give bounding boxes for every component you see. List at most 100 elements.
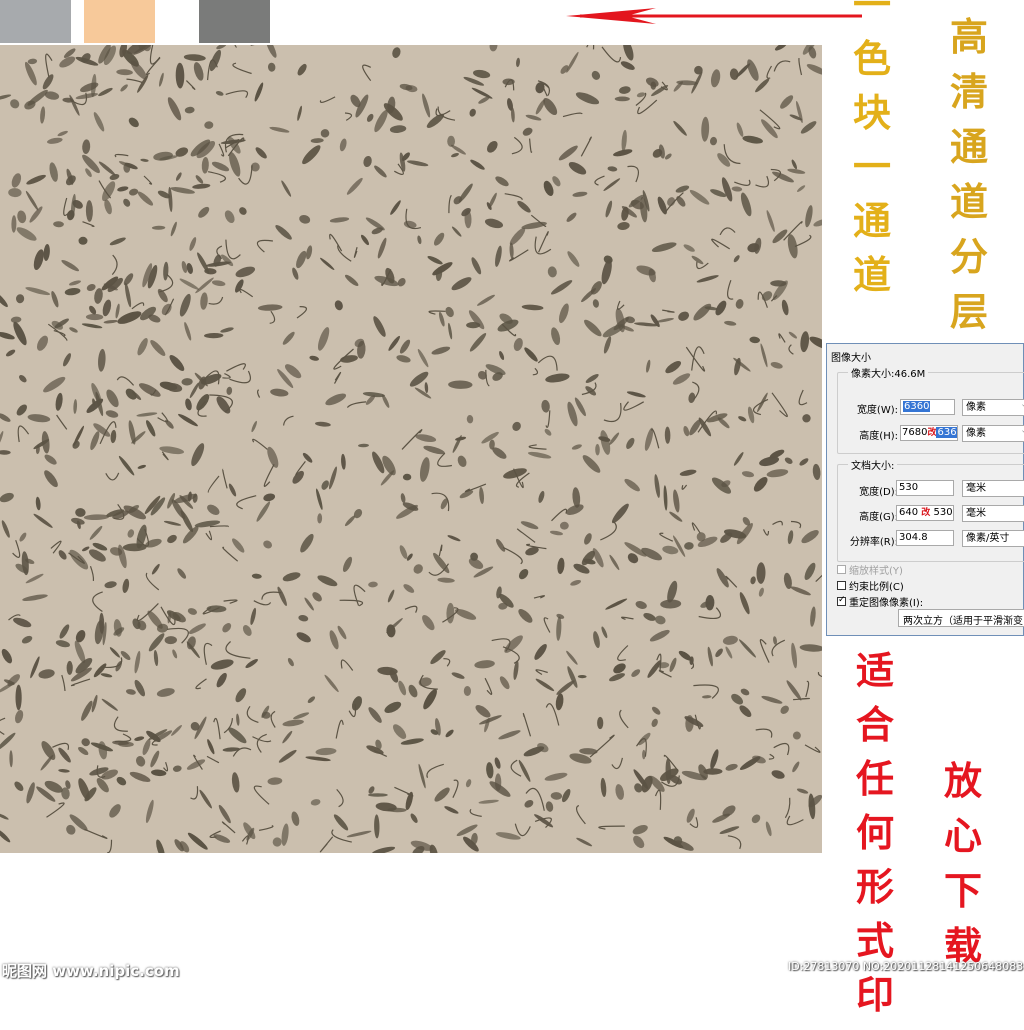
leaf-shape xyxy=(92,111,106,133)
leaf-shape xyxy=(620,59,636,71)
leaf-shape xyxy=(739,754,762,771)
leaf-shape xyxy=(5,348,16,358)
leaf-shape xyxy=(135,337,149,357)
vine-stroke xyxy=(443,659,449,667)
vine-stroke xyxy=(764,529,769,535)
pixel-width-input[interactable]: 6360 xyxy=(900,399,955,415)
leaf-shape xyxy=(136,412,157,418)
leaf-shape xyxy=(653,474,661,498)
leaf-shape xyxy=(280,180,292,198)
doc-width-unit-select[interactable]: 毫米 xyxy=(962,480,1024,497)
vine-stroke xyxy=(793,698,809,699)
pixel-width-unit-select[interactable]: 像素⌵ xyxy=(962,399,1024,416)
scale-styles-checkbox[interactable]: 缩放样式(Y) xyxy=(837,562,903,577)
leaf-shape xyxy=(447,323,453,340)
leaf-shape xyxy=(53,221,64,227)
leaf-shape xyxy=(389,199,402,216)
leaf-shape xyxy=(136,190,155,208)
vine-stroke xyxy=(345,113,352,120)
doc-width-input[interactable]: 530 xyxy=(896,480,954,496)
vine-stroke xyxy=(660,533,673,541)
constrain-proportions-checkbox[interactable]: 约束比例(C) xyxy=(837,578,904,593)
leaf-shape xyxy=(186,831,209,852)
vine-stroke xyxy=(335,372,341,383)
leaf-shape xyxy=(69,279,82,286)
vine-stroke xyxy=(656,790,661,810)
leaf-shape xyxy=(443,805,459,815)
leaf-shape xyxy=(672,489,681,513)
doc-height-input[interactable]: 640 改 530 xyxy=(896,505,954,521)
leaf-shape xyxy=(281,730,293,744)
vine-stroke xyxy=(226,364,245,371)
leaf-shape xyxy=(100,672,112,678)
leaf-shape xyxy=(592,631,601,649)
leaf-shape xyxy=(582,318,604,339)
leaf-shape xyxy=(188,236,198,251)
leaf-shape xyxy=(429,648,448,666)
annotation-char: 通 xyxy=(950,128,988,183)
leaf-shape xyxy=(79,237,88,245)
leaf-shape xyxy=(15,685,21,711)
leaf-shape xyxy=(18,374,28,384)
leaf-shape xyxy=(309,355,320,362)
vine-stroke xyxy=(208,172,225,183)
leaf-shape xyxy=(738,703,754,719)
leaf-shape xyxy=(461,835,481,853)
leaf-shape xyxy=(64,287,81,296)
leaf-shape xyxy=(211,160,231,173)
leaf-shape xyxy=(650,718,659,728)
vine-stroke xyxy=(692,347,704,371)
leaf-shape xyxy=(134,736,145,742)
leaf-shape xyxy=(474,659,495,669)
leaf-shape xyxy=(372,108,390,133)
leaf-shape xyxy=(151,563,161,575)
leaf-shape xyxy=(281,330,296,346)
leaf-shape xyxy=(117,185,129,192)
leaf-shape xyxy=(316,573,339,588)
leaf-shape xyxy=(495,831,521,842)
vine-stroke xyxy=(394,787,412,796)
leaf-shape xyxy=(282,719,304,728)
constrain-proportions-label: 约束比例(C) xyxy=(849,578,904,593)
vine-stroke xyxy=(253,439,268,449)
leaf-shape xyxy=(11,215,16,232)
leaf-shape xyxy=(116,69,133,76)
leaf-shape xyxy=(362,155,373,168)
leaf-shape xyxy=(592,299,600,309)
leaf-shape xyxy=(517,567,530,581)
leaf-shape xyxy=(796,184,806,193)
vine-stroke xyxy=(659,671,671,677)
doc-height-unit-select[interactable]: 毫米 xyxy=(962,505,1024,522)
leaf-shape xyxy=(188,622,208,636)
leaf-shape xyxy=(781,299,790,316)
leaf-shape xyxy=(799,644,822,653)
leaf-shape xyxy=(88,430,101,451)
leaf-shape xyxy=(812,463,821,480)
vine-stroke xyxy=(604,403,621,421)
leaf-shape xyxy=(194,392,212,412)
resolution-input[interactable]: 304.8 xyxy=(896,530,954,546)
leaf-shape xyxy=(234,264,256,279)
leaf-shape xyxy=(25,173,47,186)
change-mark: 改 xyxy=(921,508,930,518)
leaf-shape xyxy=(97,349,106,372)
leaf-shape xyxy=(692,64,704,76)
leaf-shape xyxy=(358,444,369,448)
pixel-height-input[interactable]: 7680改6360 xyxy=(900,425,958,441)
leaf-shape xyxy=(267,777,282,785)
leaf-shape xyxy=(315,747,336,756)
resample-image-checkbox[interactable]: ✓ 重定图像像素(I): xyxy=(837,594,923,609)
resample-method-select[interactable]: 两次立方（适用于平滑渐变 xyxy=(898,609,1024,627)
leaf-shape xyxy=(165,96,183,122)
leaf-shape xyxy=(204,333,223,339)
leaf-shape xyxy=(617,221,630,230)
resolution-unit-select[interactable]: 像素/英寸 xyxy=(962,530,1024,547)
leaf-shape xyxy=(479,487,485,504)
pixel-height-unit-select[interactable]: 像素⌵ xyxy=(962,425,1024,442)
vine-stroke xyxy=(533,368,538,375)
leaf-shape xyxy=(751,475,769,494)
leaf-shape xyxy=(580,453,602,475)
leaf-shape xyxy=(551,175,563,188)
leaf-shape xyxy=(269,126,290,134)
leaf-shape xyxy=(77,745,90,756)
